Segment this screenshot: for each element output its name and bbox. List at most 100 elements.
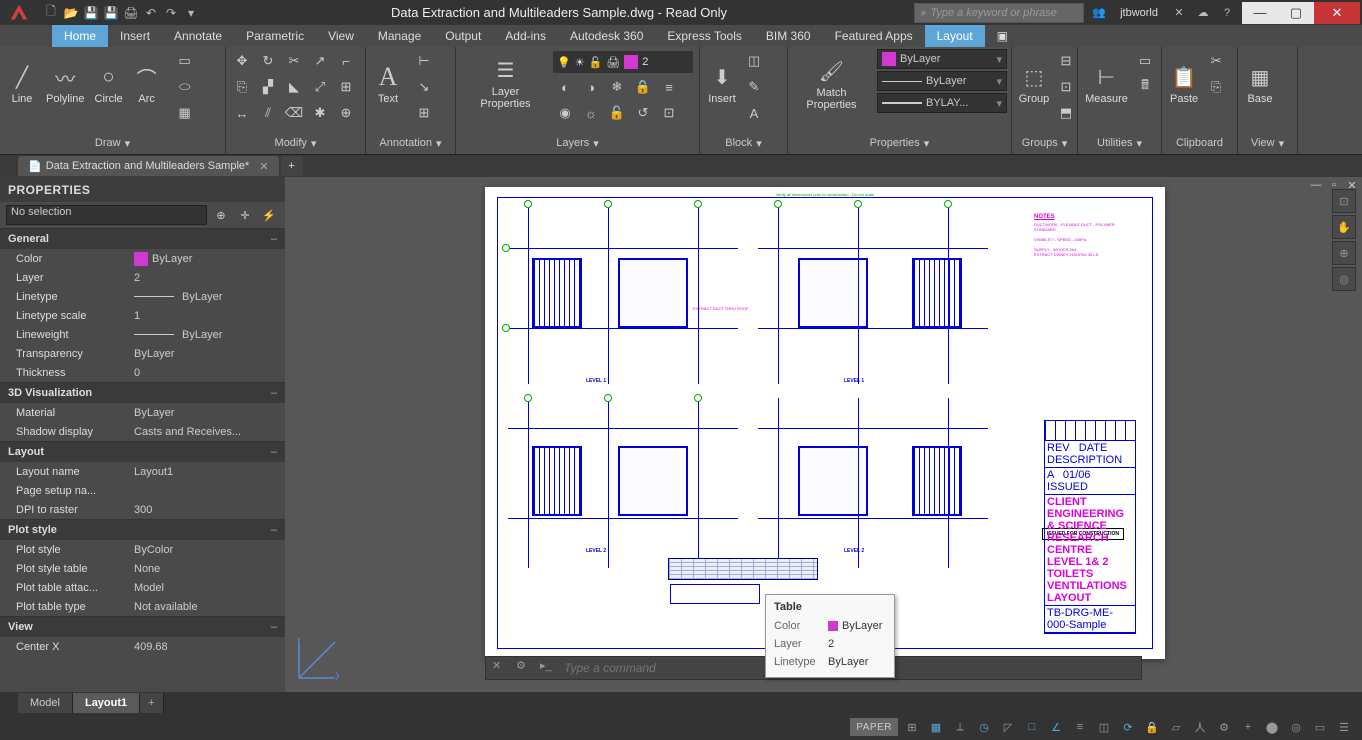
property-row[interactable]: LinetypeByLayer xyxy=(0,287,285,306)
property-row[interactable]: LineweightByLayer xyxy=(0,325,285,344)
cycling-toggle-icon[interactable]: ⟳ xyxy=(1118,717,1138,737)
paste-button[interactable]: 📋Paste xyxy=(1166,49,1202,119)
model-tab[interactable]: Model xyxy=(18,693,73,713)
move-icon[interactable]: ✥ xyxy=(230,49,254,73)
open-icon[interactable]: 📂 xyxy=(62,4,80,22)
section-header[interactable]: 3D Visualization– xyxy=(0,383,285,403)
layer-state-icon[interactable]: ⊡ xyxy=(657,101,681,125)
tab-parametric[interactable]: Parametric xyxy=(234,25,316,47)
lineweight-toggle-icon[interactable]: ≡ xyxy=(1070,717,1090,737)
property-row[interactable]: Layout nameLayout1 xyxy=(0,462,285,481)
pan-icon[interactable]: ✋ xyxy=(1332,215,1356,239)
property-row[interactable]: Shadow displayCasts and Receives... xyxy=(0,422,285,441)
save-icon[interactable]: 💾 xyxy=(82,4,100,22)
layer-off-icon[interactable]: ◐ xyxy=(553,75,577,99)
edit-block-icon[interactable]: ✎ xyxy=(742,75,766,99)
layer-lock-icon[interactable]: 🔒 xyxy=(631,75,655,99)
layer-freeze-icon[interactable]: ❄ xyxy=(605,75,629,99)
property-row[interactable]: TransparencyByLayer xyxy=(0,344,285,363)
snap-toggle-icon[interactable]: ▦ xyxy=(926,717,946,737)
section-header[interactable]: Plot style– xyxy=(0,520,285,540)
property-row[interactable]: Page setup na... xyxy=(0,481,285,500)
color-dropdown[interactable]: ByLayer xyxy=(877,49,1007,69)
redo-icon[interactable]: ↷ xyxy=(162,4,180,22)
group-sel-icon[interactable]: ⬒ xyxy=(1054,101,1078,125)
attr-icon[interactable]: A xyxy=(742,101,766,125)
copy-clip-icon[interactable]: ⎘ xyxy=(1204,75,1228,99)
new-icon[interactable]: 🗋 xyxy=(42,4,60,22)
property-row[interactable]: Plot table attac...Model xyxy=(0,578,285,597)
tab-addins[interactable]: Add-ins xyxy=(493,25,558,47)
layer-unlock-icon[interactable]: 🔓 xyxy=(605,101,629,125)
scale-icon[interactable]: ⤢ xyxy=(308,75,332,99)
section-header[interactable]: View– xyxy=(0,617,285,637)
layer-prev-icon[interactable]: ↺ xyxy=(631,101,655,125)
select-objects-icon[interactable]: ✛ xyxy=(235,205,255,225)
cut-icon[interactable]: ✂ xyxy=(1204,49,1228,73)
section-header[interactable]: General– xyxy=(0,229,285,249)
help-icon[interactable]: ? xyxy=(1218,4,1236,22)
close-button[interactable]: ✕ xyxy=(1314,2,1360,24)
zoom-extents-icon[interactable]: ⊕ xyxy=(1332,241,1356,265)
insert-button[interactable]: ⬇Insert xyxy=(704,49,740,119)
property-row[interactable]: ColorByLayer xyxy=(0,249,285,268)
fillet-icon[interactable]: ⌐ xyxy=(334,49,358,73)
ungroup-icon[interactable]: ⊟ xyxy=(1054,49,1078,73)
signin-icon[interactable]: 👥 xyxy=(1090,4,1108,22)
annotation-vis-icon[interactable]: 人 xyxy=(1190,717,1210,737)
close-tab-icon[interactable]: ✕ xyxy=(259,160,268,173)
otrack-toggle-icon[interactable]: ∠ xyxy=(1046,717,1066,737)
leader-icon[interactable]: ↘ xyxy=(412,75,436,99)
exchange-icon[interactable]: ✕ xyxy=(1170,4,1188,22)
full-nav-icon[interactable]: ⊡ xyxy=(1332,189,1356,213)
mdi-minimize-icon[interactable]: — xyxy=(1308,177,1324,193)
arc-button[interactable]: ⌒Arc xyxy=(129,49,165,119)
pickadd-icon[interactable]: ⊕ xyxy=(211,205,231,225)
qcalc-icon[interactable]: 🖩 xyxy=(1133,75,1157,99)
table-icon[interactable]: ⊞ xyxy=(412,101,436,125)
tab-view[interactable]: View xyxy=(316,25,366,47)
current-layer-dropdown[interactable]: 💡☀🔓🖨 2 xyxy=(553,51,693,73)
maximize-button[interactable]: ▢ xyxy=(1278,2,1314,24)
tab-extra-icon[interactable]: ▣ xyxy=(985,25,1020,47)
annoscale-icon[interactable]: 🔒 xyxy=(1142,717,1162,737)
signin-name[interactable]: jtbworld xyxy=(1114,7,1164,19)
tab-featured[interactable]: Featured Apps xyxy=(823,25,925,47)
tab-annotate[interactable]: Annotate xyxy=(162,25,234,47)
copy-icon[interactable]: ⎘ xyxy=(230,75,254,99)
layer-iso-icon[interactable]: ◑ xyxy=(579,75,603,99)
erase-icon[interactable]: ⌫ xyxy=(282,101,306,125)
line-button[interactable]: ╱Line xyxy=(4,49,40,119)
drawing-table[interactable] xyxy=(668,558,818,580)
cloud-icon[interactable]: ☁ xyxy=(1194,4,1212,22)
undo-icon[interactable]: ↶ xyxy=(142,4,160,22)
tab-bim360[interactable]: BIM 360 xyxy=(754,25,823,47)
layer-match-icon[interactable]: ≡ xyxy=(657,75,681,99)
help-search-input[interactable]: Type a keyword or phrase xyxy=(914,3,1084,23)
offset-icon[interactable]: ⫽ xyxy=(256,101,280,125)
layout1-tab[interactable]: Layout1 xyxy=(73,693,140,713)
new-tab-button[interactable]: + xyxy=(281,156,303,176)
document-tab[interactable]: 📄 Data Extraction and Multileaders Sampl… xyxy=(18,156,279,176)
space-badge[interactable]: PAPER xyxy=(850,718,898,736)
ellipse-icon[interactable]: ⬭ xyxy=(173,75,197,99)
stretch-icon[interactable]: ↔ xyxy=(230,101,254,125)
trim-icon[interactable]: ✂ xyxy=(282,49,306,73)
lineweight-dropdown[interactable]: BYLAY... xyxy=(877,93,1007,113)
isolate-icon[interactable]: ◎ xyxy=(1286,717,1306,737)
clean-screen-icon[interactable]: ▭ xyxy=(1310,717,1330,737)
tab-express[interactable]: Express Tools xyxy=(655,25,753,47)
group-edit-icon[interactable]: ⊡ xyxy=(1054,75,1078,99)
polyline-button[interactable]: 〰Polyline xyxy=(42,49,89,119)
property-row[interactable]: Plot table typeNot available xyxy=(0,597,285,616)
mirror-icon[interactable]: ▞ xyxy=(256,75,280,99)
property-row[interactable]: Center X409.68 xyxy=(0,637,285,656)
hatch-icon[interactable]: ▦ xyxy=(173,101,197,125)
osnap-toggle-icon[interactable]: □ xyxy=(1022,717,1042,737)
customize-icon[interactable]: ☰ xyxy=(1334,717,1354,737)
grid-toggle-icon[interactable]: ⊞ xyxy=(902,717,922,737)
add-layout-button[interactable]: + xyxy=(140,693,163,713)
base-button[interactable]: ▦Base xyxy=(1242,49,1278,119)
property-row[interactable]: Plot styleByColor xyxy=(0,540,285,559)
scale-list-icon[interactable]: ▱ xyxy=(1166,717,1186,737)
